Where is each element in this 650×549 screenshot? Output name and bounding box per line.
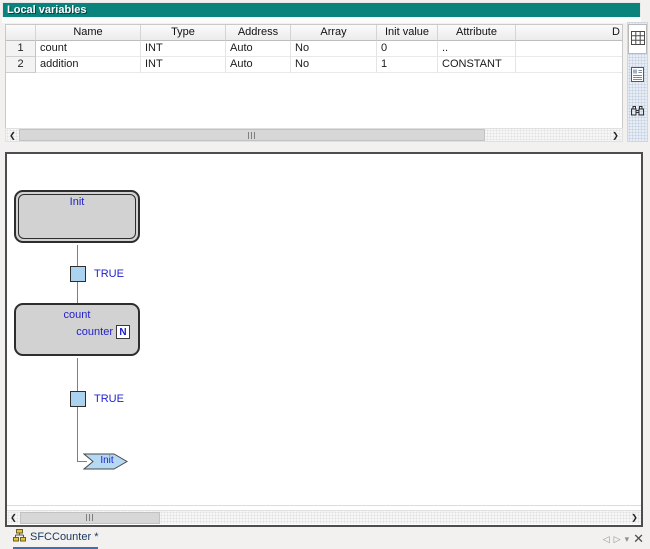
header-attribute[interactable]: Attribute xyxy=(438,25,516,41)
cell-type[interactable]: INT xyxy=(141,41,226,57)
title-gap xyxy=(2,17,641,23)
header-init-value[interactable]: Init value xyxy=(377,25,438,41)
sfc-link-line xyxy=(77,407,78,462)
cell-type[interactable]: INT xyxy=(141,57,226,73)
table-header-row: Name Type Address Array Init value Attri… xyxy=(6,25,622,41)
scroll-right-arrow-icon[interactable]: ❯ xyxy=(628,511,641,524)
table-horizontal-scrollbar[interactable]: ❮ ❯ xyxy=(5,128,623,142)
step-name: Init xyxy=(16,196,138,208)
scroll-right-arrow-icon[interactable]: ❯ xyxy=(609,129,622,141)
transition-condition[interactable]: TRUE xyxy=(94,268,124,280)
sfc-link-line xyxy=(77,282,78,303)
cell-attribute[interactable]: .. xyxy=(438,41,516,57)
row-number[interactable]: 2 xyxy=(6,57,36,73)
header-type[interactable]: Type xyxy=(141,25,226,41)
row-number[interactable]: 1 xyxy=(6,41,36,57)
step-action-block[interactable]: counter N xyxy=(76,325,130,339)
cell-array[interactable]: No xyxy=(291,57,377,73)
scroll-left-arrow-icon[interactable]: ❮ xyxy=(6,129,19,141)
cell-name[interactable]: addition xyxy=(36,57,141,73)
side-toolbar xyxy=(627,22,648,142)
tab-sfccounter[interactable]: SFCCounter * xyxy=(13,528,98,549)
sfc-editor-canvas[interactable]: Init TRUE count counter N TRUE Init ❮ ❯ xyxy=(5,152,643,527)
scrollbar-grip-icon xyxy=(86,514,94,521)
cell-init-value[interactable]: 0 xyxy=(377,41,438,57)
action-variable: counter xyxy=(76,326,113,338)
action-qualifier-box[interactable]: N xyxy=(116,325,130,339)
tab-list-dropdown-icon[interactable]: ▾ xyxy=(625,534,630,545)
step-name: count xyxy=(16,309,138,321)
document-tab-bar: SFCCounter * ◁ ▷ ▾ ✕ xyxy=(0,528,650,549)
scroll-left-arrow-icon[interactable]: ❮ xyxy=(7,511,20,524)
cell-attribute[interactable]: CONSTANT xyxy=(438,57,516,73)
header-name[interactable]: Name xyxy=(36,25,141,41)
header-address[interactable]: Address xyxy=(226,25,291,41)
cell-name[interactable]: count xyxy=(36,41,141,57)
sfc-jump[interactable]: Init xyxy=(83,453,129,470)
sfc-link-line xyxy=(77,358,78,392)
transition-condition[interactable]: TRUE xyxy=(94,393,124,405)
canvas-bottom-separator xyxy=(7,505,641,506)
panel-title: Local variables xyxy=(7,4,87,16)
scrollbar-thumb[interactable] xyxy=(20,512,160,524)
initial-step-inner-border: Init xyxy=(18,194,136,239)
tab-controls: ◁ ▷ ▾ ✕ xyxy=(603,531,644,547)
scrollbar-grip-icon xyxy=(248,132,256,139)
table-row[interactable]: 1 count INT Auto No 0 .. xyxy=(6,41,622,57)
scrollbar-thumb[interactable] xyxy=(19,129,485,141)
tab-scroll-left-icon[interactable]: ◁ xyxy=(603,534,610,545)
sfc-transition[interactable] xyxy=(70,391,86,407)
cell-init-value[interactable]: 1 xyxy=(377,57,438,73)
document-icon xyxy=(631,67,644,85)
grid-view-button[interactable] xyxy=(628,24,647,54)
sfc-initial-step[interactable]: Init xyxy=(14,190,140,243)
find-button[interactable] xyxy=(628,99,647,125)
header-row-number[interactable] xyxy=(6,25,36,41)
sfc-transition[interactable] xyxy=(70,266,86,282)
sfc-program-icon xyxy=(13,529,26,545)
sfc-horizontal-scrollbar[interactable]: ❮ ❯ xyxy=(7,510,641,524)
tab-label: SFCCounter * xyxy=(30,531,98,543)
cell-array[interactable]: No xyxy=(291,41,377,57)
variables-table: Name Type Address Array Init value Attri… xyxy=(5,24,623,142)
close-tab-icon[interactable]: ✕ xyxy=(633,531,644,547)
table-row[interactable]: 2 addition INT Auto No 1 CONSTANT xyxy=(6,57,622,73)
cell-description[interactable] xyxy=(516,57,622,73)
sfc-link-line xyxy=(77,245,78,268)
grid-icon xyxy=(630,30,646,49)
local-variables-title-bar[interactable]: Local variables xyxy=(2,2,641,18)
cell-address[interactable]: Auto xyxy=(226,41,291,57)
jump-target: Init xyxy=(96,455,118,466)
binoculars-icon xyxy=(630,104,645,120)
header-array[interactable]: Array xyxy=(291,25,377,41)
cell-address[interactable]: Auto xyxy=(226,57,291,73)
description-view-button[interactable] xyxy=(628,63,647,89)
header-description[interactable]: D xyxy=(516,25,622,41)
cell-description[interactable] xyxy=(516,41,622,57)
tab-scroll-right-icon[interactable]: ▷ xyxy=(614,534,621,545)
sfc-step-count[interactable]: count counter N xyxy=(14,303,140,356)
